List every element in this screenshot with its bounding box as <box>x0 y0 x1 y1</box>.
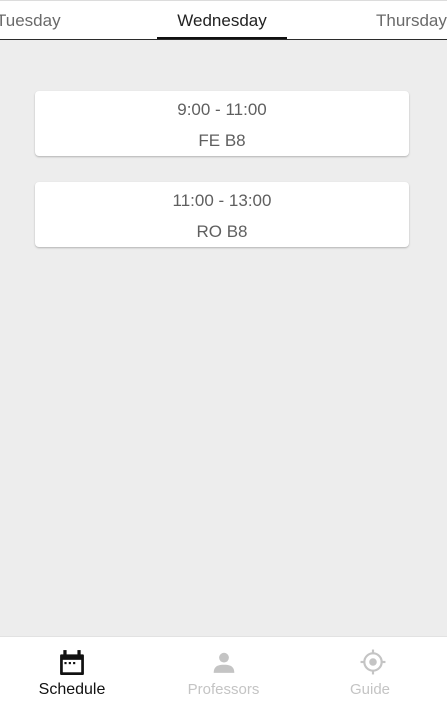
nav-guide-label: Guide <box>349 681 391 698</box>
class-room: FE B8 <box>198 131 246 150</box>
day-tab-bar: Tuesday Wednesday Thursday <box>0 0 447 40</box>
schedule-list: 9:00 - 11:00 FE B8 11:00 - 13:00 RO B8 <box>0 40 447 636</box>
nav-professors[interactable]: Professors <box>149 637 298 707</box>
nav-guide[interactable]: Guide <box>298 637 447 707</box>
nav-schedule[interactable]: Schedule <box>0 637 149 707</box>
bottom-navigation: Schedule Professors Guide <box>0 636 447 707</box>
class-card[interactable]: 9:00 - 11:00 FE B8 <box>35 91 409 156</box>
tab-thursday[interactable]: Thursday <box>376 1 447 39</box>
calendar-icon <box>59 650 84 675</box>
person-icon <box>213 652 234 673</box>
class-time: 11:00 - 13:00 <box>172 191 272 210</box>
nav-professors-label: Professors <box>187 681 260 698</box>
tab-wednesday[interactable]: Wednesday <box>157 1 287 39</box>
class-room: RO B8 <box>196 222 248 241</box>
tab-tuesday[interactable]: Tuesday <box>0 1 61 39</box>
class-card[interactable]: 11:00 - 13:00 RO B8 <box>35 182 409 247</box>
target-icon <box>360 649 385 675</box>
class-time: 9:00 - 11:00 <box>177 100 267 119</box>
nav-schedule-label: Schedule <box>38 681 106 698</box>
